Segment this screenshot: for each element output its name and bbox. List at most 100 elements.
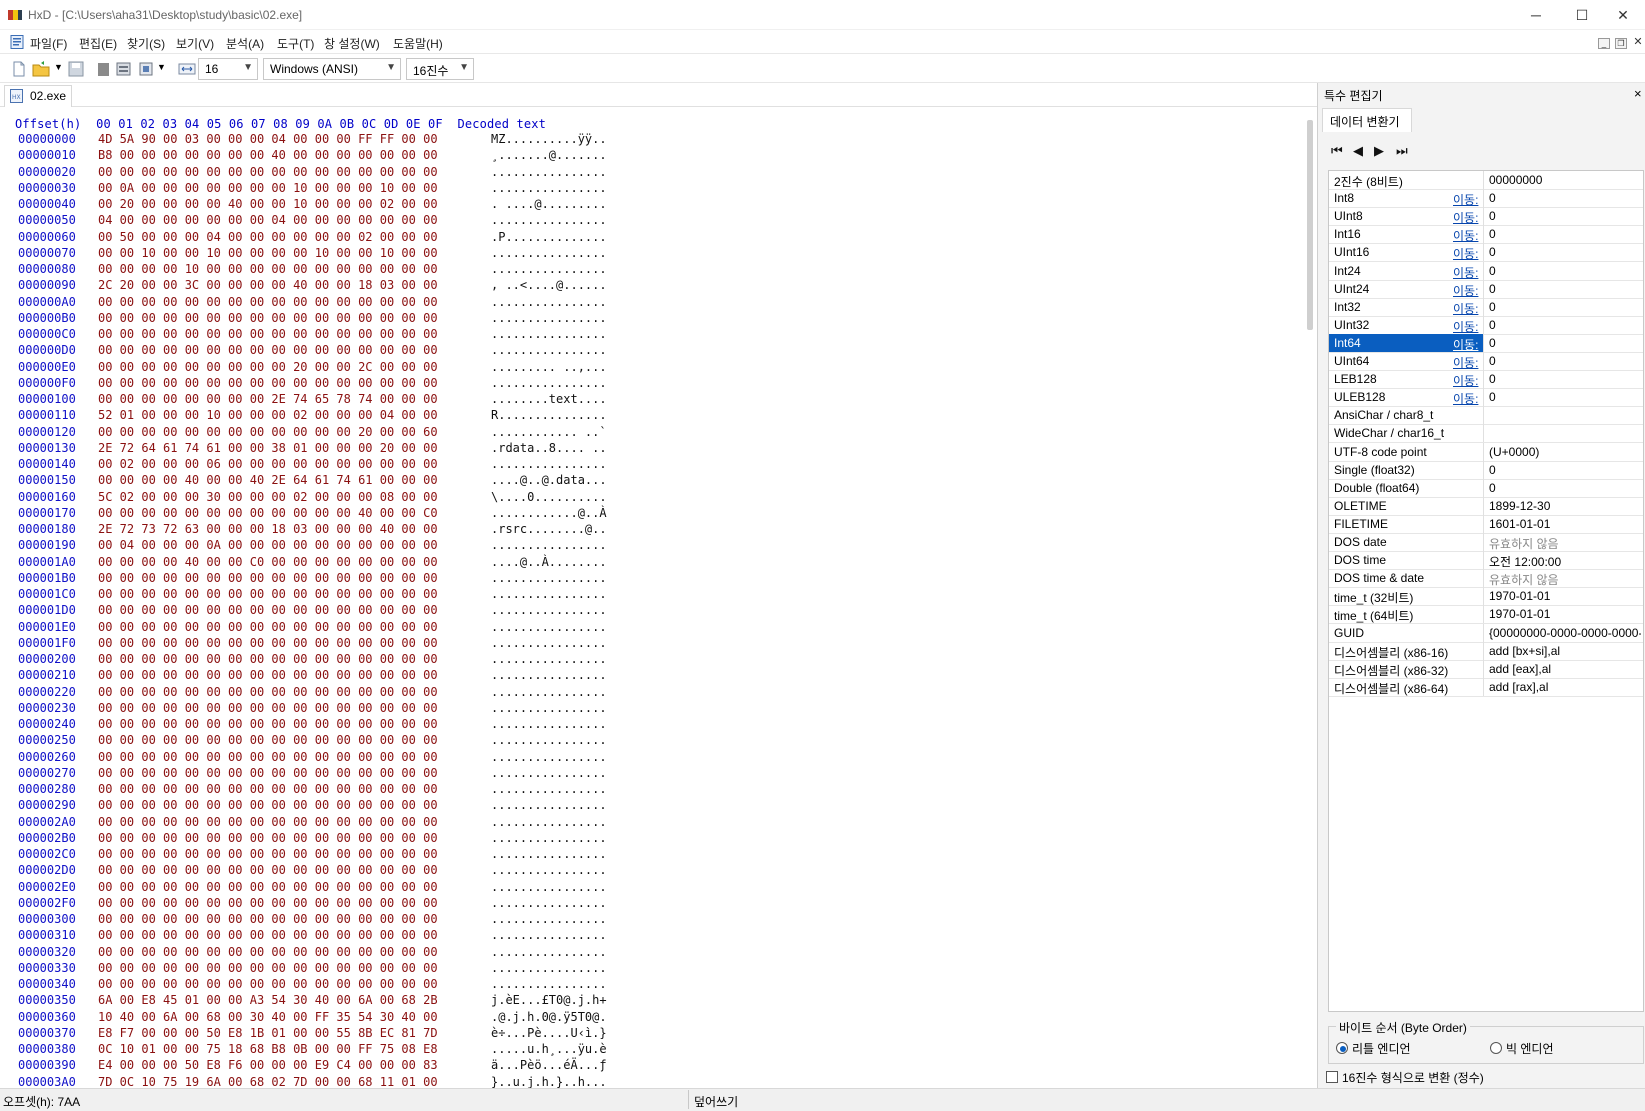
decoded-text[interactable]: ................ [491,213,607,227]
inspector-row[interactable]: time_t (32비트) 1970-01-01 [1329,587,1643,607]
hex-offset[interactable]: 00000300 [18,912,76,926]
inspector-row[interactable]: 2진수 (8비트) 00000000 [1329,171,1643,190]
decoded-text[interactable]: ................ [491,571,607,585]
hex-bytes[interactable]: 00 00 00 00 00 00 00 00 00 00 00 00 00 0… [98,863,438,877]
inspector-row[interactable]: 디스어셈블리 (x86-64) add [rax],al [1329,677,1643,697]
hex-bytes[interactable]: 00 00 00 00 00 00 00 00 00 00 00 00 00 0… [98,571,438,585]
hex-offset[interactable]: 00000140 [18,457,76,471]
hex-offset[interactable]: 00000150 [18,473,76,487]
hex-offset[interactable]: 00000020 [18,165,76,179]
decoded-text[interactable]: ......... ..,... [491,360,607,374]
inspector-row[interactable]: UInt8 이동: 0 [1329,207,1643,227]
hex-offset[interactable]: 000002D0 [18,863,76,877]
hex-bytes[interactable]: 00 00 00 00 00 00 00 00 00 00 00 00 00 0… [98,587,438,601]
hex-offset[interactable]: 00000270 [18,766,76,780]
inspector-row-value[interactable]: add [rax],al [1489,680,1641,694]
inspector-row[interactable]: 디스어셈블리 (x86-32) add [eax],al [1329,659,1643,679]
hex-bytes[interactable]: 5C 02 00 00 00 30 00 00 00 02 00 00 00 0… [98,490,438,504]
inspector-row-value[interactable]: 0 [1489,227,1641,241]
inspector-row-value[interactable]: add [eax],al [1489,662,1641,676]
goto-link[interactable]: 이동: [1453,282,1478,299]
hex-bytes[interactable]: E4 00 00 00 50 E8 F6 00 00 00 E9 C4 00 0… [98,1058,438,1072]
hex-bytes[interactable]: 00 00 00 00 00 00 00 00 00 00 00 00 00 0… [98,880,438,894]
menu-view[interactable]: 보기(V) [176,35,214,52]
hex-offset[interactable]: 00000320 [18,945,76,959]
decoded-text[interactable]: \....0.......... [491,490,607,504]
decoded-text[interactable]: ................ [491,733,607,747]
decoded-text[interactable]: ....@..@.data... [491,473,607,487]
goto-link[interactable]: 이동: [1453,191,1478,208]
hex-bytes[interactable]: 00 0A 00 00 00 00 00 00 00 10 00 00 00 1… [98,181,438,195]
hex-bytes[interactable]: 00 00 00 00 00 00 00 00 00 00 00 00 00 0… [98,831,438,845]
hex-bytes[interactable]: 00 00 00 00 00 00 00 00 00 00 00 00 00 0… [98,603,438,617]
hex-offset[interactable]: 00000220 [18,685,76,699]
decoded-text[interactable]: ................ [491,928,607,942]
inspector-row-value[interactable]: {00000000-0000-0000-0000-000000000000} [1489,626,1641,640]
decoded-text[interactable]: è÷...Pè....U‹ì.} [491,1026,607,1040]
decoded-text[interactable]: MZ..........ÿÿ.. [491,132,607,146]
decoded-text[interactable]: ................ [491,327,607,341]
hex-bytes[interactable]: 00 04 00 00 00 0A 00 00 00 00 00 00 00 0… [98,538,438,552]
hex-offset[interactable]: 00000230 [18,701,76,715]
close-button[interactable]: ✕ [1601,0,1645,30]
inspector-row-value[interactable]: 0 [1489,264,1641,278]
inspector-row-value[interactable]: 1601-01-01 [1489,517,1641,531]
hex-bytes[interactable]: 00 00 00 00 40 00 00 40 2E 64 61 74 61 0… [98,473,438,487]
hex-offset[interactable]: 00000010 [18,148,76,162]
big-endian-label[interactable]: 빅 엔디언 [1506,1040,1554,1057]
hex-offset[interactable]: 00000070 [18,246,76,260]
inspector-row-value[interactable]: 0 [1489,191,1641,205]
decoded-text[interactable]: ................ [491,961,607,975]
decoded-text[interactable]: ................ [491,945,607,959]
goto-link[interactable]: 이동: [1453,372,1478,389]
nav-last-icon[interactable]: ⏭ [1396,143,1408,159]
decoded-text[interactable]: ................ [491,538,607,552]
close-file-icon[interactable] [95,60,113,78]
hex-bytes[interactable]: 0C 10 01 00 00 75 18 68 B8 0B 00 00 FF 7… [98,1042,438,1056]
decoded-text[interactable]: ................ [491,815,607,829]
bytes-per-row-select[interactable]: 16 ▼ [198,58,258,80]
decoded-text[interactable]: .....u.h¸...ÿu.è [491,1042,607,1056]
hex-bytes[interactable]: 00 00 00 00 00 00 00 00 00 00 00 00 00 0… [98,668,438,682]
decoded-text[interactable]: ................ [491,912,607,926]
decoded-text[interactable]: ................ [491,376,607,390]
new-file-icon[interactable] [10,60,28,78]
hex-bytes[interactable]: 00 00 00 00 00 00 00 00 00 00 00 00 00 0… [98,343,438,357]
inspector-row-value[interactable]: 오전 12:00:00 [1489,553,1641,570]
hex-bytes[interactable]: 00 00 00 00 00 00 00 00 00 00 00 00 20 0… [98,425,438,439]
hex-bytes[interactable]: 00 20 00 00 00 00 40 00 00 10 00 00 00 0… [98,197,438,211]
status-edit-mode[interactable]: 덮어쓰기 [694,1093,738,1110]
decoded-text[interactable]: ................ [491,863,607,877]
nav-first-icon[interactable]: ⏮ [1331,143,1343,159]
decoded-text[interactable]: ................ [491,246,607,260]
decoded-text[interactable]: ................ [491,262,607,276]
vertical-scrollbar[interactable] [1307,120,1313,330]
hex-bytes[interactable]: 00 00 00 00 00 00 00 00 00 00 00 00 00 0… [98,750,438,764]
decoded-text[interactable]: . ....@......... [491,197,607,211]
decoded-text[interactable]: ................ [491,343,607,357]
hex-offset[interactable]: 000001C0 [18,587,76,601]
hex-offset[interactable]: 000000B0 [18,311,76,325]
goto-link[interactable]: 이동: [1453,354,1478,371]
decoded-text[interactable]: ........text.... [491,392,607,406]
hex-offset[interactable]: 000002A0 [18,815,76,829]
base-select[interactable]: 16진수 ▼ [406,58,474,80]
hex-offset[interactable]: 000000C0 [18,327,76,341]
hex-offset[interactable]: 00000110 [18,408,76,422]
hex-offset[interactable]: 00000160 [18,490,76,504]
hex-bytes[interactable]: 00 00 00 00 00 00 00 00 00 00 00 00 00 0… [98,928,438,942]
hex-bytes[interactable]: 00 00 00 00 40 00 00 C0 00 00 00 00 00 0… [98,555,438,569]
hex-offset[interactable]: 00000200 [18,652,76,666]
hex-offset[interactable]: 00000190 [18,538,76,552]
decoded-text[interactable]: R............... [491,408,607,422]
hex-bytes[interactable]: 00 00 00 00 00 00 00 00 00 00 00 00 00 0… [98,782,438,796]
decoded-text[interactable]: .rsrc........@.. [491,522,607,536]
inspector-row-value[interactable]: 0 [1489,481,1641,495]
decoded-text[interactable]: ............@..À [491,506,607,520]
inspector-row-value[interactable]: 0 [1489,209,1641,223]
decoded-text[interactable]: ................ [491,652,607,666]
decoded-text[interactable]: }..u.j.h.}..h... [491,1075,607,1089]
decoded-text[interactable]: ................ [491,782,607,796]
decoded-text[interactable]: .rdata..8.... .. [491,441,607,455]
hex-bytes[interactable]: 00 00 00 00 00 00 00 00 00 00 00 00 00 0… [98,912,438,926]
